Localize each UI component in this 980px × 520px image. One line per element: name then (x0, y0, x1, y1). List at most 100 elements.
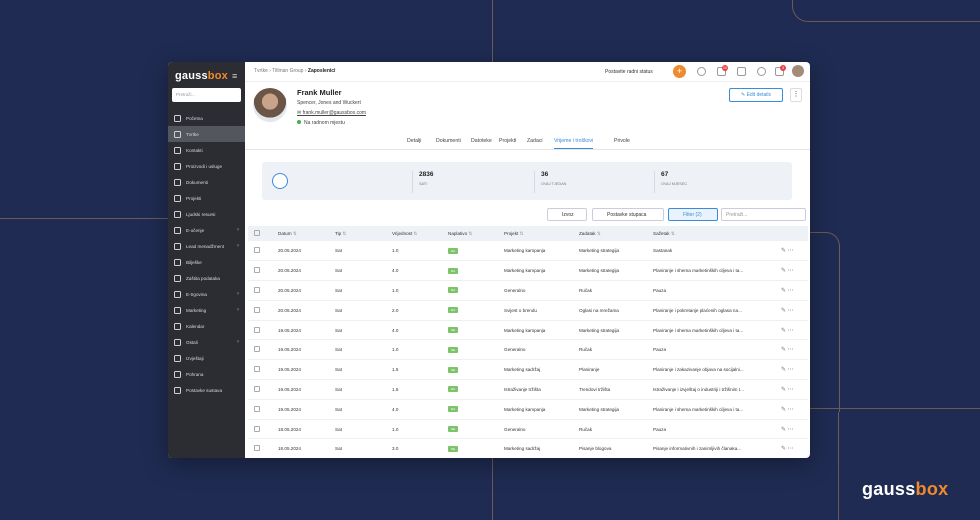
column-header[interactable]: Projekt ⇅ (504, 226, 579, 241)
app-logo[interactable]: gaussbox (175, 70, 228, 82)
edit-icon[interactable]: ✎ (781, 328, 786, 334)
more-icon[interactable]: ⋯ (787, 367, 793, 373)
edit-icon[interactable]: ✎ (781, 347, 786, 353)
table-search-input[interactable]: Pretraži... (721, 208, 806, 221)
row-checkbox[interactable] (248, 241, 278, 262)
table-row[interactable]: 18.05.2024 Sat 3.0 NE Marketing sadržaj Pisan… (248, 438, 808, 458)
table-cell: Planiranje i pokretanje plaćenih oglasa … (653, 300, 781, 321)
column-header[interactable]: Vrijednost ⇅ (392, 226, 448, 241)
sidebar-item-16[interactable]: Pohrana (168, 366, 245, 382)
sidebar-item-7[interactable]: E-učenje › (168, 222, 245, 238)
more-icon[interactable]: ⋯ (787, 268, 793, 274)
sidebar-item-8[interactable]: Lead menadžment › (168, 238, 245, 254)
tab-0[interactable]: Detalji (407, 138, 421, 144)
tab-4[interactable]: Zadaci (527, 138, 543, 144)
more-icon[interactable]: ⋯ (787, 328, 793, 334)
table-row[interactable]: 20.05.2024 Sat 1.0 DA Generalno Ručak Pauza ✎ ⋯ (248, 280, 808, 301)
sidebar-item-2[interactable]: Kontakti (168, 142, 245, 158)
table-row[interactable]: 20.05.2024 Sat 4.0 DA Marketing kampanja Mark… (248, 260, 808, 282)
row-checkbox[interactable] (248, 320, 278, 341)
profile-email[interactable]: ✉ frank.muller@gaussbox.com (297, 110, 366, 116)
column-header[interactable]: Zadatak ⇅ (579, 226, 653, 241)
sidebar-item-12[interactable]: Marketing › (168, 302, 245, 318)
chat-icon[interactable]: 3 (775, 65, 786, 76)
sidebar-item-6[interactable]: Ljudski resursi (168, 206, 245, 222)
add-button[interactable]: + (673, 65, 686, 78)
more-icon[interactable]: ⋯ (787, 387, 793, 393)
table-row[interactable]: 20.05.2024 Sat 2.0 DA Svijest o brendu Oglasi… (248, 300, 808, 321)
sidebar-item-4[interactable]: Dokumenti (168, 174, 245, 190)
sidebar-item-0[interactable]: Početna (168, 110, 245, 126)
row-checkbox[interactable] (248, 339, 278, 361)
row-checkbox[interactable] (248, 438, 278, 458)
table-row[interactable]: 18.05.2024 Sat 1.0 NE Generalno Ručak Pauza ✎ ⋯ (248, 419, 808, 440)
sidebar-item-13[interactable]: Kalendar (168, 318, 245, 334)
table-row[interactable]: 19.05.2024 Sat 1.5 NE Marketing sadržaj Plani… (248, 359, 808, 381)
column-header[interactable]: Datum ⇅ (278, 226, 335, 241)
edit-icon[interactable]: ✎ (781, 407, 786, 413)
more-icon[interactable]: ⋯ (787, 347, 793, 353)
sidebar-item-3[interactable]: Proizvodi i usluge (168, 158, 245, 174)
column-settings-button[interactable]: Postavke stupaca (592, 208, 664, 221)
more-icon[interactable]: ⋯ (787, 308, 793, 314)
profile-company[interactable]: Spencer, Jones and Wuckert (297, 100, 361, 106)
tab-5[interactable]: Vrijeme i troškovi (554, 138, 594, 149)
row-checkbox[interactable] (248, 359, 278, 381)
more-icon[interactable]: ⋯ (787, 248, 793, 254)
tab-6[interactable]: Privole (614, 138, 630, 144)
more-icon[interactable]: ⋯ (787, 288, 793, 294)
more-icon[interactable]: ⋯ (787, 446, 793, 452)
sidebar-item-11[interactable]: E-trgovina › (168, 286, 245, 302)
tab-3[interactable]: Projekti (499, 138, 516, 144)
sidebar-item-14[interactable]: Ostali › (168, 334, 245, 350)
table-row[interactable]: 20.05.2024 Sat 1.0 DA Marketing kampanja Mark… (248, 241, 808, 262)
row-checkbox[interactable] (248, 280, 278, 301)
select-all-checkbox[interactable] (248, 226, 278, 241)
menu-icon[interactable]: ≡ (232, 71, 240, 81)
sidebar-item-10[interactable]: Zaštita podataka (168, 270, 245, 286)
tab-1[interactable]: Dokumenti (436, 138, 461, 144)
edit-icon[interactable]: ✎ (781, 427, 786, 433)
edit-icon[interactable]: ✎ (781, 367, 786, 373)
row-checkbox[interactable] (248, 300, 278, 321)
mail-icon[interactable] (737, 67, 746, 76)
breadcrumb-companies[interactable]: Tvrtke (254, 68, 268, 74)
edit-icon[interactable]: ✎ (781, 248, 786, 254)
edit-icon[interactable]: ✎ (781, 446, 786, 452)
table-row[interactable]: 19.05.2024 Sat 1.0 NE Generalno Ručak Pauza ✎ ⋯ (248, 339, 808, 361)
user-avatar[interactable] (792, 65, 804, 77)
export-button[interactable]: Izvoz (547, 208, 587, 221)
column-header[interactable]: Naplativo ⇅ (448, 226, 504, 241)
star-icon[interactable] (697, 67, 706, 76)
edit-icon[interactable]: ✎ (781, 288, 786, 294)
edit-icon[interactable]: ✎ (781, 268, 786, 274)
bell-icon[interactable]: 10 (717, 65, 728, 76)
row-checkbox[interactable] (248, 399, 278, 420)
column-header[interactable]: Sažetak ⇅ (653, 226, 781, 241)
sidebar-item-1[interactable]: Tvrtke (168, 126, 245, 142)
more-icon[interactable]: ⋯ (787, 407, 793, 413)
table-row[interactable]: 19.05.2024 Sat 1.5 DA Istraživanje tržišta Tr… (248, 379, 808, 400)
phone-icon[interactable] (757, 67, 766, 76)
row-checkbox[interactable] (248, 260, 278, 282)
more-options-icon[interactable]: ⋮ (790, 88, 802, 102)
nav-icon (174, 370, 181, 378)
edit-details-button[interactable]: ✎ Edit details (729, 88, 783, 102)
tab-2[interactable]: Datoteke (471, 138, 492, 144)
sidebar-item-15[interactable]: Izvještaji (168, 350, 245, 366)
column-header[interactable]: Tip ⇅ (335, 226, 392, 241)
sidebar-item-9[interactable]: Bilješke (168, 254, 245, 270)
sidebar-search-input[interactable]: Pretraži... (172, 88, 241, 102)
work-status-button[interactable]: Postavite radni status (605, 69, 653, 75)
more-icon[interactable]: ⋯ (787, 427, 793, 433)
sidebar-item-17[interactable]: Postavke sustava (168, 382, 245, 398)
edit-icon[interactable]: ✎ (781, 387, 786, 393)
sidebar-item-5[interactable]: Projekti (168, 190, 245, 206)
table-row[interactable]: 19.05.2024 Sat 4.0 DA Marketing kampanja Mark… (248, 399, 808, 420)
breadcrumb-company[interactable]: Tillman Group (272, 68, 303, 74)
row-checkbox[interactable] (248, 419, 278, 440)
table-row[interactable]: 19.05.2024 Sat 4.0 NE Marketing kampanja Mark… (248, 320, 808, 341)
row-checkbox[interactable] (248, 379, 278, 400)
edit-icon[interactable]: ✎ (781, 308, 786, 314)
filter-button[interactable]: Filter (2) (668, 208, 718, 221)
